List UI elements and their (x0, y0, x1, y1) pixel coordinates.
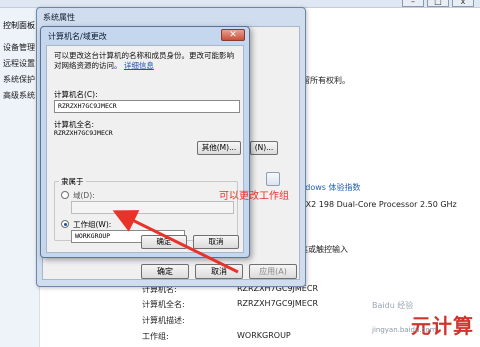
full-name-label: 计算机全名: (142, 300, 185, 309)
hidden-button-fragment[interactable] (266, 172, 280, 186)
computer-name-input[interactable]: RZRZXH7GC9JMECR (54, 100, 240, 113)
change-button-fragment[interactable]: (N)... (250, 141, 278, 155)
workgroup-label: 工作组: (142, 332, 169, 341)
computer-name-label: 计算机名(C): (54, 90, 98, 99)
dialog-title: 计算机名/域更改 (48, 32, 107, 41)
ok-button[interactable]: 确定 (141, 235, 187, 249)
ok-button[interactable]: 确定 (141, 264, 189, 279)
maximize-button[interactable]: □ (427, 0, 449, 7)
more-info-link[interactable]: 详细信息 (124, 61, 154, 70)
full-name-value: RZRZXH7GC9JMECR (237, 299, 318, 308)
sidebar-item-system-protection[interactable]: 系统保护 (3, 74, 35, 85)
domain-radio[interactable] (61, 191, 69, 199)
dialog-body: 可以更改这台计算机的名称和成员身份。更改可能影响对网络资源的访问。 详细信息 计… (46, 45, 244, 253)
watermark: Baidu 经验 元计算 jingyan.baidu.com (372, 300, 476, 344)
close-window-button[interactable]: x (452, 0, 474, 7)
control-panel-home-link[interactable]: 控制面板 (3, 20, 35, 31)
dialog-title: 系统属性 (43, 13, 75, 22)
annotation-text: 可以更改工作组 (219, 191, 289, 202)
sidebar-item-remote-settings[interactable]: 远程设置 (3, 58, 35, 69)
window-controls: – □ x (402, 0, 474, 7)
watermark-url: jingyan.baidu.com (372, 326, 437, 334)
workgroup-label: 工作组(W): (73, 220, 112, 229)
domain-label: 域(D): (73, 191, 95, 200)
watermark-brand: 元计算 (411, 314, 474, 338)
close-icon[interactable]: ✕ (221, 29, 245, 41)
processor-text: ) X2 198 Dual-Core Processor 2.50 GHz (300, 200, 457, 209)
cancel-button[interactable]: 取消 (193, 235, 239, 249)
full-name-value: RZRZXH7GC9JMECR (54, 129, 113, 137)
workgroup-value: WORKGROUP (237, 331, 291, 340)
control-panel-left-pane: 控制面板 设备管理 远程设置 系统保护 高级系统 (0, 8, 40, 347)
domain-input[interactable] (71, 201, 234, 214)
pen-touch-text: 笔或触控输入 (300, 245, 348, 254)
copyright-text: 留所有权利。 (302, 76, 350, 85)
description-label: 计算机描述: (142, 316, 185, 325)
dialog-description: 可以更改这台计算机的名称和成员身份。更改可能影响对网络资源的访问。 详细信息 (54, 51, 240, 71)
watermark-logo: Baidu 经验 (372, 301, 414, 310)
workgroup-radio[interactable] (61, 220, 69, 228)
minimize-button[interactable]: – (402, 0, 424, 7)
sidebar-item-device-manager[interactable]: 设备管理 (3, 42, 35, 53)
apply-button[interactable]: 应用(A) (249, 264, 297, 279)
cancel-button[interactable]: 取消 (195, 264, 243, 279)
member-of-label: 隶属于 (59, 176, 86, 187)
other-button[interactable]: 其他(M)... (197, 141, 241, 155)
computer-name-domain-dialog: 计算机名/域更改 ✕ 可以更改这台计算机的名称和成员身份。更改可能影响对网络资源… (40, 26, 250, 258)
sidebar-item-advanced-settings[interactable]: 高级系统 (3, 90, 35, 101)
windows-experience-index-link[interactable]: indows 体验指数 (298, 182, 361, 193)
